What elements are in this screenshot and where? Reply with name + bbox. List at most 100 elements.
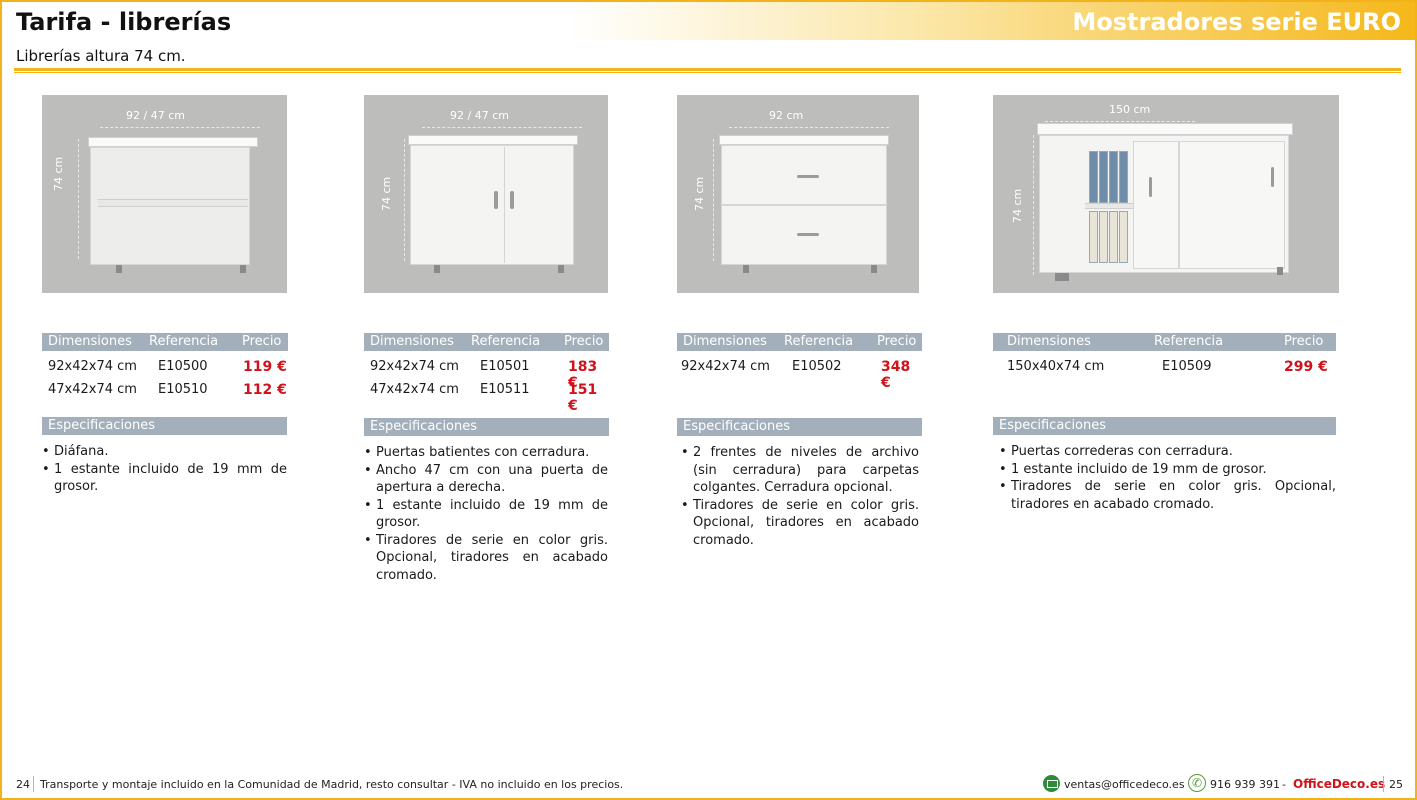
cell-referencia: E10509 <box>1162 359 1212 374</box>
door-handle <box>510 191 514 209</box>
cell-referencia: E10501 <box>480 359 530 374</box>
cell-dimensiones: 47x42x74 cm <box>48 382 137 397</box>
specs-header: Especificaciones <box>364 418 609 436</box>
drawer-handle <box>797 233 819 236</box>
col-referencia: Referencia <box>1154 334 1224 349</box>
cabinet-foot <box>558 265 564 273</box>
subtitle-divider <box>14 68 1401 71</box>
col-dimensiones: Dimensiones <box>1007 334 1091 349</box>
cabinet-foot <box>240 265 246 273</box>
binder <box>1099 151 1108 203</box>
spec-item: 1 estante incluido de 19 mm de grosor. <box>999 461 1336 479</box>
specs-list: Puertas batientes con cerradura. Ancho 4… <box>364 444 608 584</box>
cell-referencia: E10500 <box>158 359 208 374</box>
drawer-handle <box>797 175 819 178</box>
section-subtitle: Librerías altura 74 cm. <box>16 47 186 65</box>
spec-item: Diáfana. <box>42 443 287 461</box>
height-dimension-line <box>713 139 714 261</box>
footer-note: Transporte y montaje incluido en la Comu… <box>40 778 624 791</box>
cell-precio: 112 € <box>243 382 287 398</box>
cell-precio: 119 € <box>243 359 287 375</box>
width-dimension-line <box>1045 121 1195 122</box>
cell-dimensiones: 150x40x74 cm <box>1007 359 1105 374</box>
height-dimension-line <box>78 139 79 259</box>
sliding-door <box>1179 141 1285 269</box>
spec-item: 1 estante incluido de 19 mm de grosor. <box>364 497 608 532</box>
specs-header: Especificaciones <box>993 417 1336 435</box>
price-table-header: Dimensiones Referencia Precio <box>993 333 1336 351</box>
price-table-header: Dimensiones Referencia Precio <box>42 333 288 351</box>
door-divider <box>504 147 505 263</box>
product-photo: 92 / 47 cm 74 cm <box>42 95 287 293</box>
specs-list: 2 frentes de niveles de archivo (sin cer… <box>681 444 919 549</box>
cell-precio: 348 € <box>881 359 911 391</box>
cabinet-body <box>410 145 574 265</box>
cell-dimensiones: 47x42x74 cm <box>370 382 459 397</box>
specs-list: Puertas correderas con cerradura. 1 esta… <box>999 443 1336 513</box>
col-referencia: Referencia <box>471 334 541 349</box>
cabinet-shelf <box>98 199 248 207</box>
footer-separator <box>33 776 34 792</box>
col-precio: Precio <box>564 334 604 349</box>
specs-header: Especificaciones <box>42 417 287 435</box>
specs-header: Especificaciones <box>677 418 922 436</box>
cell-dimensiones: 92x42x74 cm <box>681 359 770 374</box>
cabinet-top <box>88 137 258 147</box>
width-dimension-label: 150 cm <box>1109 103 1151 116</box>
cabinet-foot <box>1277 267 1283 275</box>
footer-brand-link[interactable]: OfficeDeco.es <box>1293 777 1385 791</box>
height-dimension-label: 74 cm <box>52 156 65 191</box>
cabinet-foot <box>871 265 877 273</box>
specs-list: Diáfana. 1 estante incluido de 19 mm de … <box>42 443 287 496</box>
footer-separator <box>1383 776 1384 792</box>
table-row: 92x42x74 cm E10502 348 € <box>677 359 922 391</box>
cabinet-foot <box>743 265 749 273</box>
cabinet-shelf <box>1085 203 1133 209</box>
spec-item: Tiradores de serie en color gris. Opcion… <box>681 497 919 550</box>
binder <box>1119 151 1128 203</box>
cell-dimensiones: 92x42x74 cm <box>370 359 459 374</box>
cell-referencia: E10511 <box>480 382 530 397</box>
cabinet-top <box>719 135 889 145</box>
footer-phone[interactable]: 916 939 391 <box>1210 778 1280 791</box>
binder <box>1109 151 1118 203</box>
phone-icon: ✆ <box>1188 774 1206 792</box>
height-dimension-line <box>1033 135 1034 275</box>
door-handle <box>1271 167 1274 187</box>
height-dimension-label: 74 cm <box>693 176 706 211</box>
spec-item: Tiradores de serie en color gris. Opcion… <box>364 532 608 585</box>
width-dimension-line <box>422 127 582 128</box>
subtitle-divider-thin <box>14 72 1401 73</box>
spec-item: Tiradores de serie en color gris. Opcion… <box>999 478 1336 513</box>
cabinet-top <box>408 135 578 145</box>
binder <box>1099 211 1108 263</box>
height-dimension-label: 74 cm <box>380 176 393 211</box>
product-photo: 92 / 47 cm 74 cm <box>364 95 608 293</box>
cell-dimensiones: 92x42x74 cm <box>48 359 137 374</box>
cell-referencia: E10502 <box>792 359 842 374</box>
width-dimension-label: 92 cm <box>769 109 804 122</box>
price-table-header: Dimensiones Referencia Precio <box>677 333 922 351</box>
cell-precio: 151 € <box>568 382 598 414</box>
product-photo: 92 cm 74 cm <box>677 95 919 293</box>
cabinet-top <box>1037 123 1293 135</box>
cell-referencia: E10510 <box>158 382 208 397</box>
col-referencia: Referencia <box>149 334 219 349</box>
table-row: 47x42x74 cm E10511 151 € <box>364 382 609 414</box>
door-handle <box>1149 177 1152 197</box>
price-table-header: Dimensiones Referencia Precio <box>364 333 609 351</box>
width-dimension-label: 92 / 47 cm <box>450 109 509 122</box>
footer-email[interactable]: ventas@officedeco.es <box>1064 778 1185 791</box>
binder <box>1109 211 1118 263</box>
page-number-right: 25 <box>1389 778 1403 791</box>
page-footer: 24 Transporte y montaje incluido en la C… <box>0 772 1417 796</box>
col-precio: Precio <box>877 334 917 349</box>
door-handle <box>494 191 498 209</box>
spec-item: Puertas correderas con cerradura. <box>999 443 1336 461</box>
cabinet-foot <box>1055 273 1069 281</box>
table-row: 150x40x74 cm E10509 299 € <box>993 359 1336 379</box>
binder <box>1089 211 1098 263</box>
col-precio: Precio <box>242 334 282 349</box>
page-title: Tarifa - librerías <box>16 8 232 36</box>
width-dimension-line <box>729 127 889 128</box>
